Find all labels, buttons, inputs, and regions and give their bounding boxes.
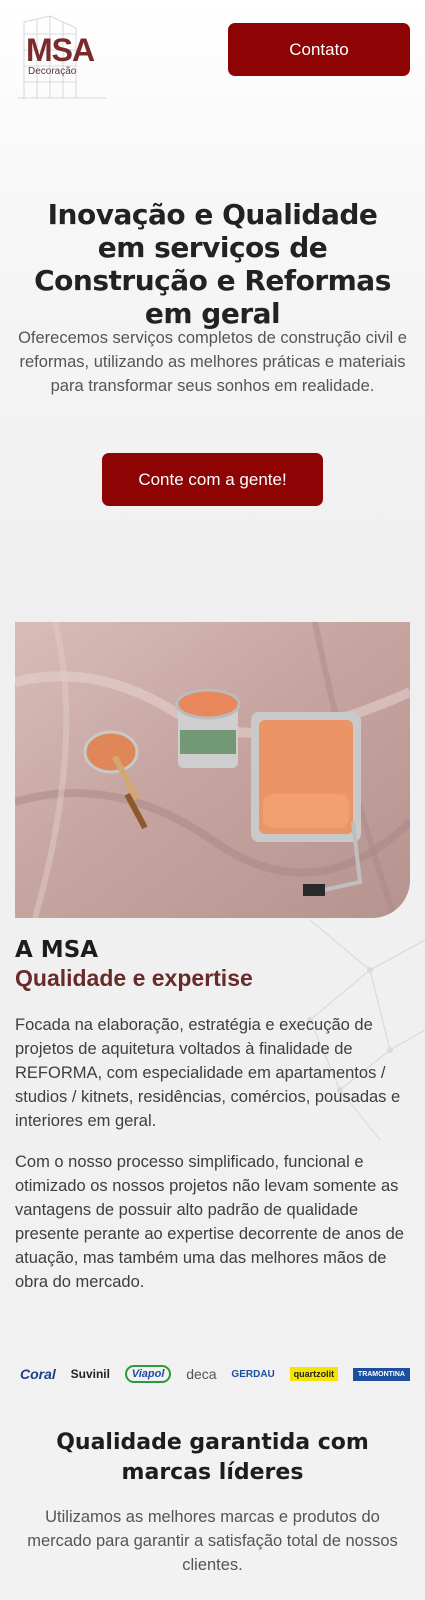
brand-suvinil-logo: Suvinil [70,1367,110,1381]
brand-gerdau-logo: GERDAU [231,1368,275,1380]
site-header: MSA Decoração Contato [0,0,425,110]
brand-quartzolit-logo: quartzolit [289,1367,339,1381]
contact-button[interactable]: Contato [228,23,410,76]
about-subtitle: Qualidade e expertise [15,965,253,991]
painting-tools-photo [15,622,410,918]
hero-cta-button[interactable]: Conte com a gente! [102,453,323,506]
brand-coral-logo: Coral [20,1366,56,1382]
logo-subtitle: Decoração [28,66,77,77]
brand-deca-logo: deca [186,1366,217,1382]
hero-description: Oferecemos serviços completos de constru… [18,329,407,395]
about-title: A MSA [15,937,99,963]
brand-logos: Coral Suvinil Viapol deca GERDAU quartzo… [20,1360,410,1388]
logo-text: MSA [26,32,95,68]
about-paragraph-2: Com o nosso processo simplificado, funci… [15,1153,404,1291]
quality-description: Utilizamos as melhores marcas e produtos… [27,1508,398,1574]
about-paragraph-1: Focada na elaboração, estratégia e execu… [15,1016,401,1130]
hero-title: Inovação e Qualidade em serviços de Cons… [34,198,391,330]
brand-viapol-logo: Viapol [124,1365,172,1383]
logo[interactable]: MSA Decoração [14,14,110,100]
brand-tramontina-logo: TRAMONTINA [352,1367,410,1381]
quality-title: Qualidade garantida com marcas líderes [56,1430,369,1485]
